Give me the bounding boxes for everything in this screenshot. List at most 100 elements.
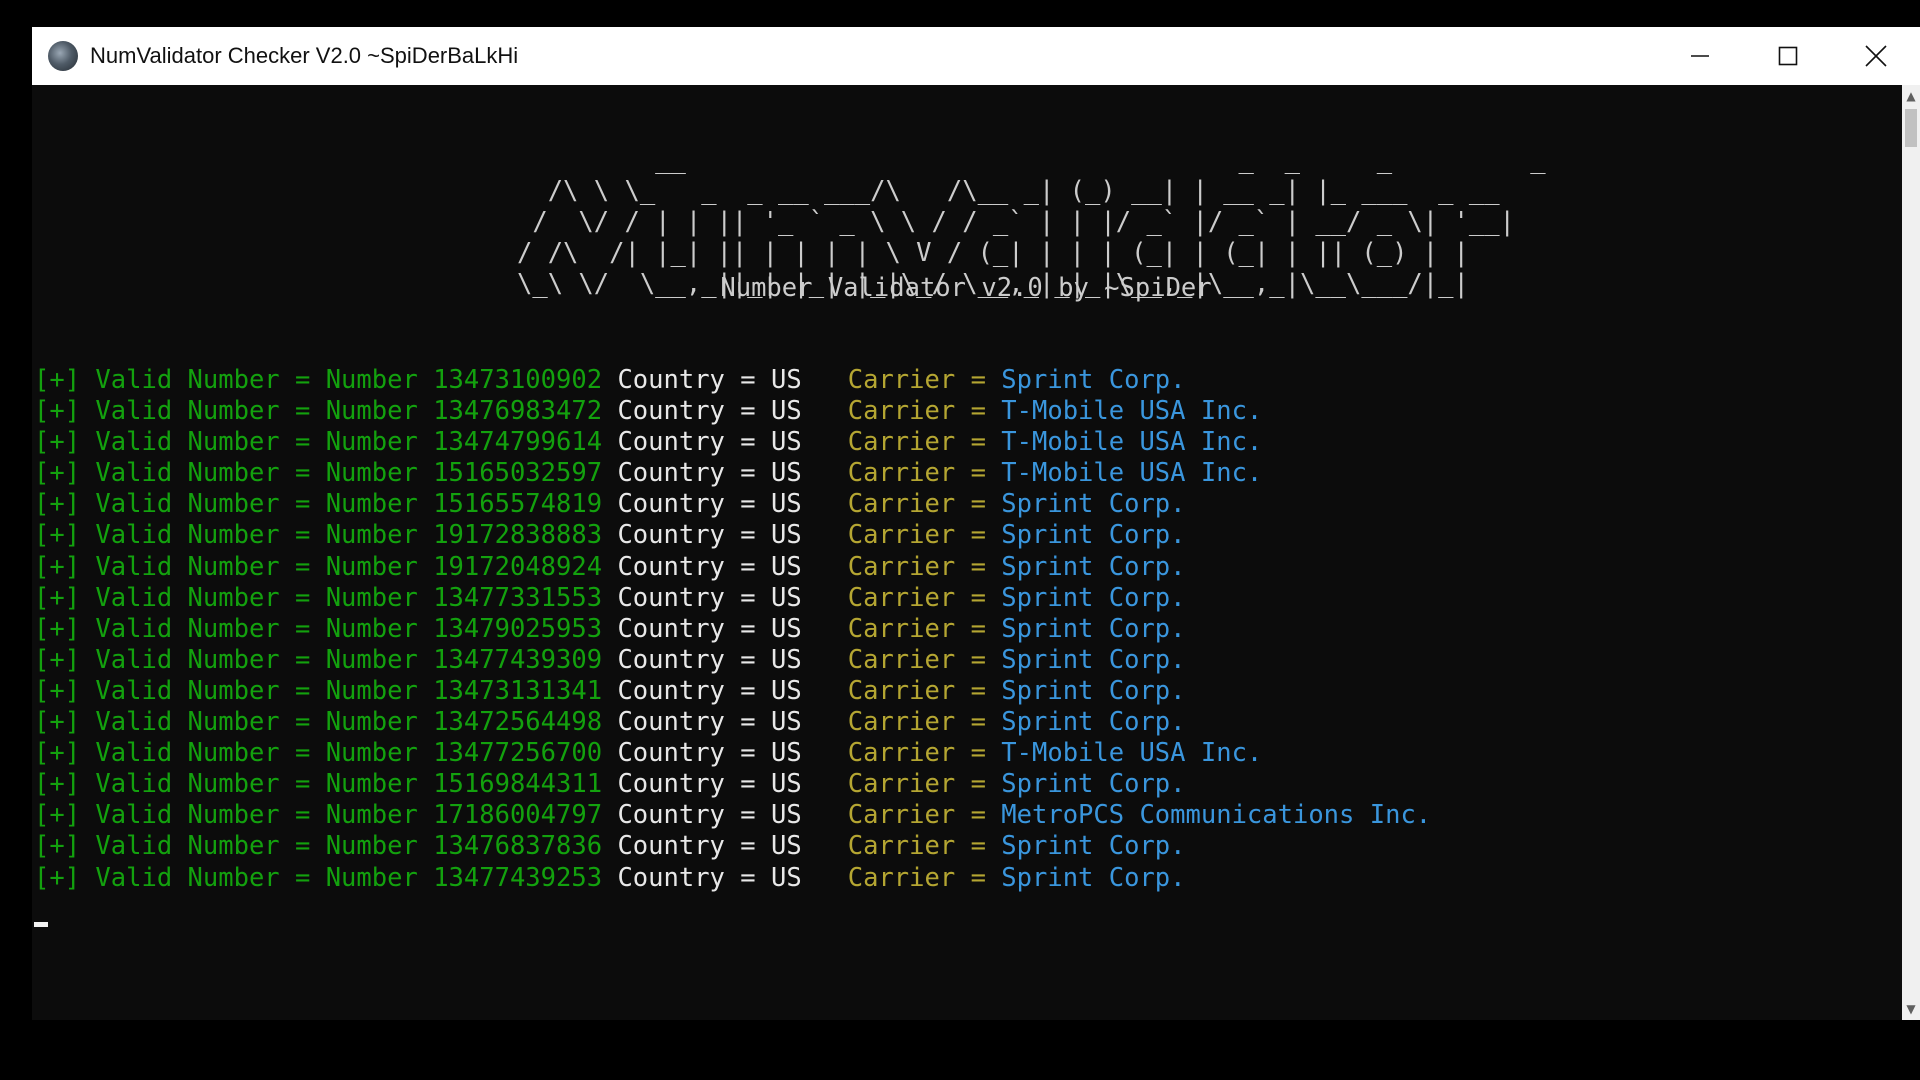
carrier-value: Sprint Corp.: [1001, 644, 1186, 675]
valid-label: Valid Number = Number: [95, 520, 418, 551]
phone-number: 13477256700: [433, 738, 603, 769]
carrier-label: Carrier =: [847, 582, 986, 613]
console-output[interactable]: __ _ _ _ _ /\ \ \_ _ _ __ ___/\ /\__ _| …: [32, 85, 1902, 1020]
phone-number: 19172838883: [433, 520, 603, 551]
valid-label: Valid Number = Number: [95, 707, 418, 738]
country-value: US: [770, 365, 802, 395]
country-value: US: [770, 427, 802, 458]
phone-number: 13479025953: [433, 613, 603, 644]
result-prefix: [+]: [34, 862, 81, 893]
country-label: Country =: [617, 675, 756, 706]
phone-number: 13477331553: [433, 582, 603, 613]
valid-label: Valid Number = Number: [95, 675, 418, 706]
result-row: [+] Valid Number = Number 17186004797 Co…: [34, 800, 1431, 831]
close-button[interactable]: [1832, 27, 1920, 85]
carrier-label: Carrier =: [847, 644, 986, 675]
vertical-scrollbar[interactable]: ▲ ▼: [1902, 85, 1920, 1020]
carrier-value: Sprint Corp.: [1001, 582, 1186, 613]
country-value: US: [770, 613, 802, 644]
result-prefix: [+]: [34, 458, 81, 489]
result-row: [+] Valid Number = Number 13477256700 Co…: [34, 738, 1431, 769]
phone-number: 15169844311: [433, 769, 603, 800]
carrier-label: Carrier =: [847, 427, 986, 458]
result-row: [+] Valid Number = Number 13477439309 Co…: [34, 645, 1431, 676]
carrier-value: Sprint Corp.: [1001, 520, 1186, 551]
result-row: [+] Valid Number = Number 13476837836 Co…: [34, 831, 1431, 862]
result-prefix: [+]: [34, 800, 81, 831]
valid-label: Valid Number = Number: [95, 831, 418, 862]
carrier-value: Sprint Corp.: [1001, 365, 1186, 395]
phone-number: 13477439253: [433, 862, 603, 893]
carrier-label: Carrier =: [847, 489, 986, 520]
country-label: Country =: [617, 427, 756, 458]
maximize-icon: [1778, 46, 1798, 66]
valid-label: Valid Number = Number: [95, 489, 418, 520]
valid-label: Valid Number = Number: [95, 644, 418, 675]
country-label: Country =: [617, 551, 756, 582]
carrier-value: Sprint Corp.: [1001, 862, 1186, 893]
valid-label: Valid Number = Number: [95, 613, 418, 644]
console-window: NumValidator Checker V2.0 ~SpiDerBaLkHi …: [32, 27, 1920, 1020]
carrier-value: Sprint Corp.: [1001, 831, 1186, 862]
banner-subtitle-text: Number Validator v2.0 by ~SpiDer: [720, 273, 1212, 303]
phone-number: 13472564498: [433, 707, 603, 738]
valid-label: Valid Number = Number: [95, 582, 418, 613]
result-row: [+] Valid Number = Number 13474799614 Co…: [34, 427, 1431, 458]
valid-label: Valid Number = Number: [95, 396, 418, 427]
banner-subtitle: Number Validator v2.0 by ~SpiDer: [32, 273, 1902, 304]
phone-number: 17186004797: [433, 800, 603, 831]
valid-label: Valid Number = Number: [95, 365, 418, 395]
scroll-up-arrow-icon[interactable]: ▲: [1902, 85, 1920, 107]
carrier-label: Carrier =: [847, 675, 986, 706]
result-row: [+] Valid Number = Number 13476983472 Co…: [34, 396, 1431, 427]
text-cursor: [34, 922, 48, 927]
result-row: [+] Valid Number = Number 13479025953 Co…: [34, 614, 1431, 645]
result-row: [+] Valid Number = Number 15169844311 Co…: [34, 769, 1431, 800]
scroll-down-arrow-icon[interactable]: ▼: [1902, 998, 1920, 1020]
phone-number: 13476837836: [433, 831, 603, 862]
carrier-label: Carrier =: [847, 613, 986, 644]
phone-number: 13474799614: [433, 427, 603, 458]
result-row: [+] Valid Number = Number 13472564498 Co…: [34, 707, 1431, 738]
result-prefix: [+]: [34, 520, 81, 551]
result-prefix: [+]: [34, 707, 81, 738]
carrier-label: Carrier =: [847, 738, 986, 769]
country-value: US: [770, 800, 802, 831]
country-label: Country =: [617, 365, 756, 395]
result-prefix: [+]: [34, 613, 81, 644]
valid-label: Valid Number = Number: [95, 800, 418, 831]
country-label: Country =: [617, 396, 756, 427]
result-row: [+] Valid Number = Number 19172048924 Co…: [34, 552, 1431, 583]
result-row: [+] Valid Number = Number 13477439253 Co…: [34, 863, 1431, 894]
result-prefix: [+]: [34, 769, 81, 800]
title-bar[interactable]: NumValidator Checker V2.0 ~SpiDerBaLkHi: [32, 27, 1920, 85]
spider-app-icon: [48, 41, 78, 71]
country-value: US: [770, 862, 802, 893]
result-prefix: [+]: [34, 831, 81, 862]
maximize-button[interactable]: [1744, 27, 1832, 85]
country-value: US: [770, 458, 802, 489]
result-row: [+] Valid Number = Number 13473131341 Co…: [34, 676, 1431, 707]
country-value: US: [770, 520, 802, 551]
valid-label: Valid Number = Number: [95, 427, 418, 458]
result-row: [+] Valid Number = Number 13477331553 Co…: [34, 583, 1431, 614]
country-value: US: [770, 707, 802, 738]
country-value: US: [770, 396, 802, 427]
phone-number: 13477439309: [433, 644, 603, 675]
country-label: Country =: [617, 862, 756, 893]
window-title: NumValidator Checker V2.0 ~SpiDerBaLkHi: [90, 43, 519, 68]
carrier-label: Carrier =: [847, 396, 986, 427]
carrier-value: Sprint Corp.: [1001, 613, 1186, 644]
scrollbar-thumb[interactable]: [1905, 109, 1917, 147]
close-icon: [1865, 45, 1887, 67]
carrier-value: Sprint Corp.: [1001, 551, 1186, 582]
valid-label: Valid Number = Number: [95, 551, 418, 582]
result-prefix: [+]: [34, 427, 81, 458]
country-label: Country =: [617, 489, 756, 520]
carrier-value: Sprint Corp.: [1001, 489, 1186, 520]
minimize-button[interactable]: [1656, 27, 1744, 85]
phone-number: 19172048924: [433, 551, 603, 582]
result-prefix: [+]: [34, 489, 81, 520]
country-label: Country =: [617, 458, 756, 489]
country-value: US: [770, 644, 802, 675]
